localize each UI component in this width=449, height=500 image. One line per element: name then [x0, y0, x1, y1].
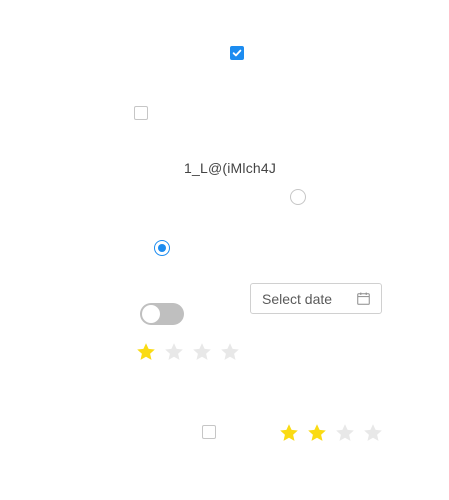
checkbox-checked[interactable] — [230, 46, 244, 60]
star-icon-empty[interactable] — [220, 342, 240, 362]
star-icon-empty[interactable] — [363, 423, 383, 443]
text-label: 1_L@(iMlch4J — [184, 160, 277, 176]
form-canvas: 1_L@(iMlch4J Select date — [0, 0, 449, 500]
radio-checked[interactable] — [154, 240, 170, 256]
star-icon-filled[interactable] — [307, 423, 327, 443]
star-rating-1[interactable] — [136, 342, 240, 362]
radio-unchecked[interactable] — [290, 189, 306, 205]
star-rating-2[interactable] — [279, 423, 383, 443]
toggle-switch[interactable] — [140, 303, 184, 325]
date-picker-placeholder: Select date — [262, 290, 333, 307]
star-icon-filled[interactable] — [279, 423, 299, 443]
radio-dot — [158, 244, 166, 252]
date-picker[interactable]: Select date — [250, 283, 382, 314]
star-icon-empty[interactable] — [192, 342, 212, 362]
checkbox-unchecked-bottom[interactable] — [202, 425, 216, 439]
star-icon-filled[interactable] — [136, 342, 156, 362]
toggle-knob — [142, 305, 160, 323]
star-icon-empty[interactable] — [335, 423, 355, 443]
calendar-icon — [357, 292, 370, 305]
star-icon-empty[interactable] — [164, 342, 184, 362]
checkbox-unchecked[interactable] — [134, 106, 148, 120]
check-icon — [232, 49, 242, 57]
